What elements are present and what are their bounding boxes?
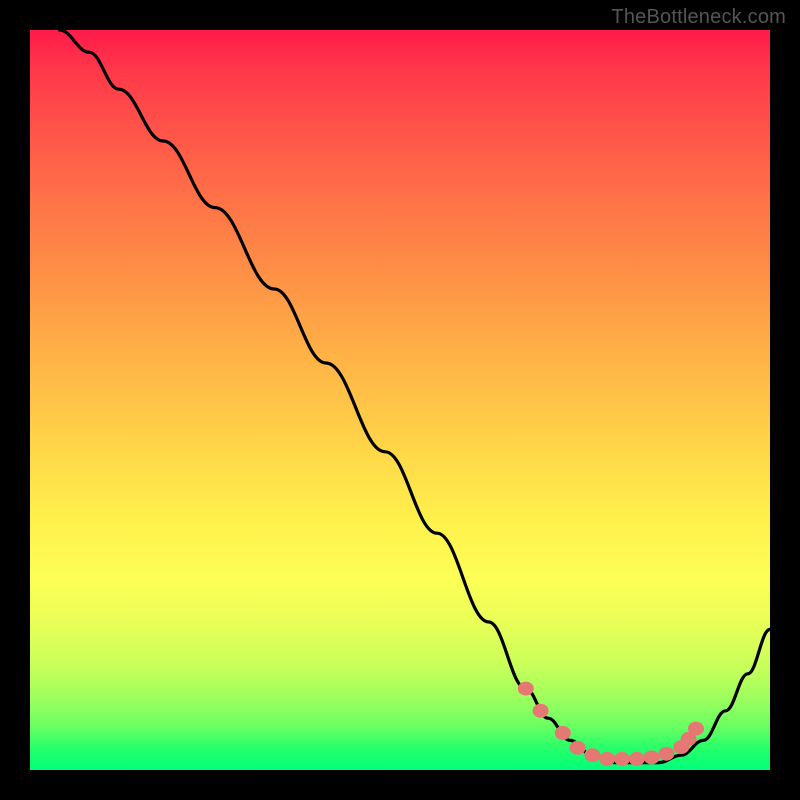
curve-marker [570, 741, 586, 755]
curve-svg [30, 30, 770, 770]
curve-marker [599, 752, 615, 766]
watermark-text: TheBottleneck.com [611, 6, 786, 29]
curve-marker [518, 682, 534, 696]
curve-marker [658, 747, 674, 761]
curve-marker [688, 722, 704, 736]
curve-markers [518, 682, 704, 766]
bottleneck-curve [60, 30, 770, 763]
plot-area [30, 30, 770, 770]
curve-marker [629, 752, 645, 766]
curve-marker [533, 704, 549, 718]
curve-marker [614, 752, 630, 766]
curve-marker [584, 748, 600, 762]
chart-canvas: TheBottleneck.com [0, 0, 800, 800]
curve-marker [555, 726, 571, 740]
curve-marker [644, 750, 660, 764]
